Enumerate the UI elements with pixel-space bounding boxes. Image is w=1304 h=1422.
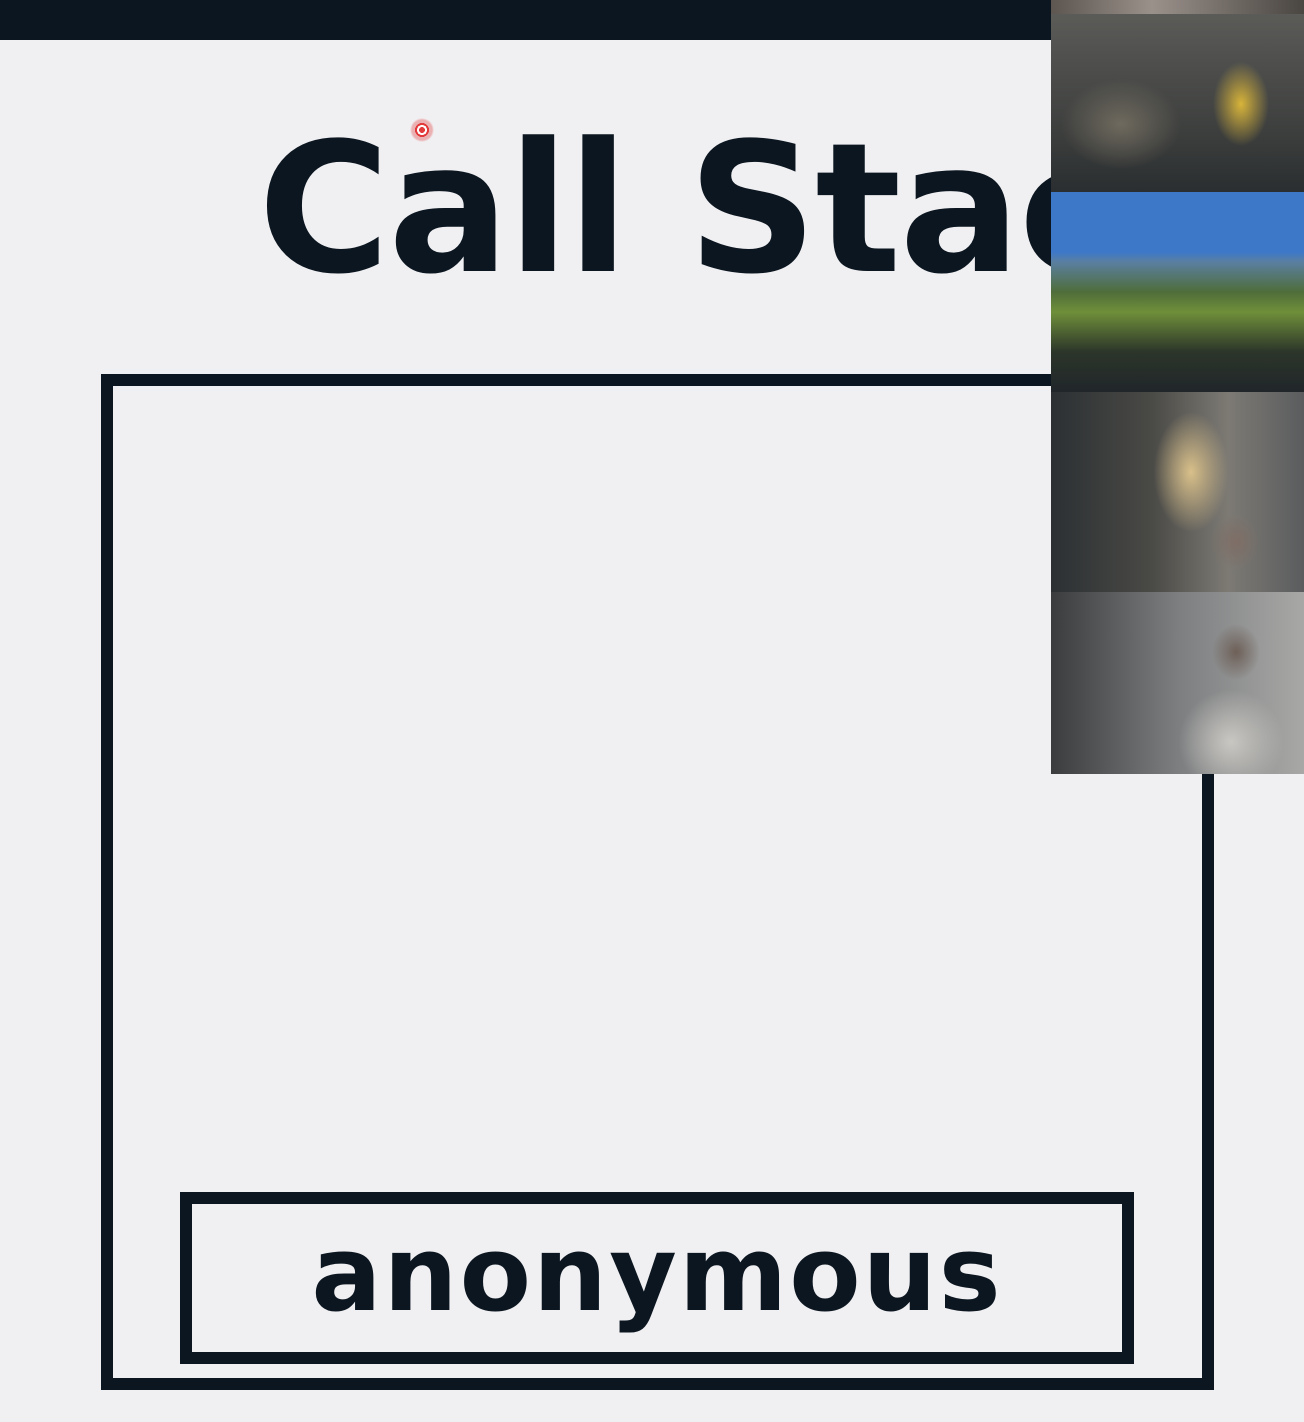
call-stack-frame-label: anonymous: [311, 1213, 1003, 1335]
participant-video-tile[interactable]: [1051, 0, 1304, 14]
participant-video-tile[interactable]: [1051, 14, 1304, 192]
call-stack-frame-anonymous: anonymous: [180, 1192, 1134, 1364]
laser-pointer-cursor: [410, 118, 434, 142]
participant-video-tile[interactable]: [1051, 392, 1304, 592]
participant-video-tile[interactable]: [1051, 192, 1304, 392]
participant-video-panel[interactable]: [1051, 0, 1304, 774]
participant-video-tile[interactable]: [1051, 592, 1304, 774]
